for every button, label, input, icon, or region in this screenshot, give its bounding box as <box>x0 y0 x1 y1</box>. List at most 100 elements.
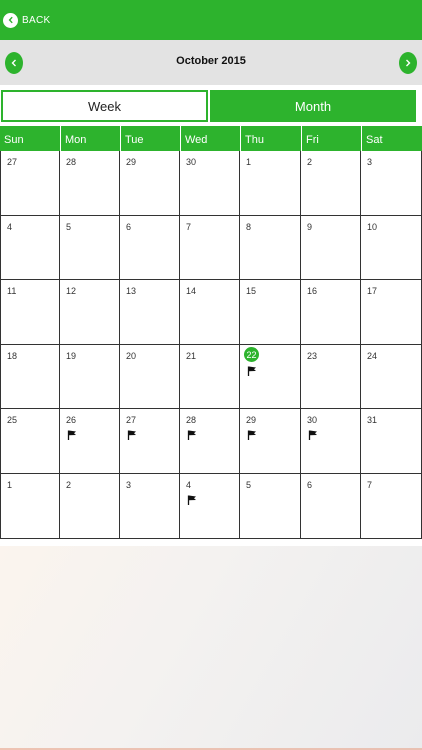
date-number: 12 <box>66 286 77 296</box>
calendar-day-cell[interactable]: 26 <box>60 409 120 474</box>
calendar-day-cell[interactable]: 9 <box>301 216 361 280</box>
calendar-day-cell[interactable]: 17 <box>361 280 422 345</box>
date-number: 21 <box>186 351 197 361</box>
week-view-button[interactable]: Week <box>1 90 208 122</box>
date-number: 30 <box>186 157 197 167</box>
date-number: 23 <box>307 351 318 361</box>
calendar-day-cell[interactable]: 22 <box>240 345 301 409</box>
date-number: 6 <box>307 480 313 490</box>
calendar-day-cell[interactable]: 16 <box>301 280 361 345</box>
calendar-day-cell[interactable]: 5 <box>240 474 301 539</box>
calendar-day-cell[interactable]: 12 <box>60 280 120 345</box>
top-bar: BACK <box>0 0 422 40</box>
calendar-day-cell[interactable]: 3 <box>361 151 422 216</box>
calendar-day-cell[interactable]: 4 <box>180 474 240 539</box>
calendar-day-cell[interactable]: 21 <box>180 345 240 409</box>
flag-icon <box>247 430 256 440</box>
calendar-day-cell[interactable]: 2 <box>301 151 361 216</box>
calendar-day-cell[interactable]: 25 <box>0 409 60 474</box>
calendar-day-cell[interactable]: 11 <box>0 280 60 345</box>
date-number: 13 <box>126 286 137 296</box>
date-number: 1 <box>7 480 13 490</box>
date-number: 8 <box>246 222 252 232</box>
date-number: 27 <box>7 157 18 167</box>
chevron-right-icon <box>406 59 411 67</box>
date-number: 3 <box>367 157 373 167</box>
date-number: 11 <box>7 286 17 296</box>
calendar-day-cell[interactable]: 6 <box>120 216 180 280</box>
calendar-grid: 27 28 29 30 1 2 3 4 5 6 7 8 9 10 11 12 13 14 15 16 17 18 19 20 2… <box>0 151 422 539</box>
calendar-day-cell[interactable]: 8 <box>240 216 301 280</box>
calendar-day-cell[interactable]: 5 <box>60 216 120 280</box>
today-date-number: 22 <box>244 347 259 362</box>
date-number: 15 <box>246 286 257 296</box>
calendar-day-cell[interactable]: 1 <box>0 474 60 539</box>
date-number: 29 <box>246 415 257 425</box>
date-number: 27 <box>126 415 137 425</box>
date-number: 17 <box>367 286 378 296</box>
calendar-day-cell[interactable]: 24 <box>361 345 422 409</box>
date-number: 16 <box>307 286 318 296</box>
calendar-day-cell[interactable]: 31 <box>361 409 422 474</box>
weekday-label-wed: Wed <box>180 126 240 151</box>
calendar-day-cell[interactable]: 7 <box>361 474 422 539</box>
date-number: 5 <box>66 222 72 232</box>
month-view-button[interactable]: Month <box>210 90 416 122</box>
calendar-day-cell[interactable]: 15 <box>240 280 301 345</box>
calendar-day-cell[interactable]: 29 <box>120 151 180 216</box>
calendar-day-cell[interactable]: 7 <box>180 216 240 280</box>
chevron-left-icon <box>3 12 18 28</box>
calendar-day-cell[interactable]: 3 <box>120 474 180 539</box>
date-number: 4 <box>7 222 13 232</box>
next-month-button[interactable] <box>399 52 417 74</box>
calendar-day-cell[interactable]: 27 <box>120 409 180 474</box>
calendar-day-cell[interactable]: 30 <box>180 151 240 216</box>
calendar-day-cell[interactable]: 19 <box>60 345 120 409</box>
month-title: October 2015 <box>176 55 246 67</box>
calendar-day-cell[interactable]: 23 <box>301 345 361 409</box>
calendar-day-cell[interactable]: 6 <box>301 474 361 539</box>
calendar-day-cell[interactable]: 1 <box>240 151 301 216</box>
date-number: 6 <box>126 222 132 232</box>
date-number: 10 <box>367 222 378 232</box>
calendar-day-cell[interactable]: 20 <box>120 345 180 409</box>
calendar-day-cell[interactable]: 10 <box>361 216 422 280</box>
date-number: 18 <box>7 351 18 361</box>
date-number: 28 <box>186 415 197 425</box>
flag-icon <box>187 430 196 440</box>
weekday-label-sun: Sun <box>4 134 24 146</box>
flag-icon <box>187 495 196 505</box>
calendar-day-cell[interactable]: 30 <box>301 409 361 474</box>
weekday-label-sat: Sat <box>361 126 422 151</box>
flag-icon <box>308 430 317 440</box>
flag-icon <box>67 430 76 440</box>
weekday-label-mon: Mon <box>60 126 120 151</box>
calendar-day-cell[interactable]: 4 <box>0 216 60 280</box>
date-number: 26 <box>66 415 77 425</box>
empty-event-area <box>0 546 422 750</box>
date-number: 19 <box>66 351 77 361</box>
calendar-day-cell[interactable]: 18 <box>0 345 60 409</box>
weekday-label-tue: Tue <box>120 126 180 151</box>
date-number: 30 <box>307 415 318 425</box>
weekday-header: Sun Mon Tue Wed Thu Fri Sat <box>0 126 422 151</box>
date-number: 24 <box>367 351 378 361</box>
calendar-day-cell[interactable]: 2 <box>60 474 120 539</box>
calendar-day-cell[interactable]: 14 <box>180 280 240 345</box>
weekday-label-fri: Fri <box>301 126 361 151</box>
back-label: BACK <box>22 14 51 26</box>
date-number: 4 <box>186 480 192 490</box>
date-number: 28 <box>66 157 77 167</box>
back-button[interactable]: BACK <box>3 9 50 31</box>
date-number: 20 <box>126 351 137 361</box>
weekday-label-thu: Thu <box>240 126 301 151</box>
calendar-day-cell[interactable]: 29 <box>240 409 301 474</box>
calendar-day-cell[interactable]: 28 <box>180 409 240 474</box>
calendar-day-cell[interactable]: 27 <box>0 151 60 216</box>
calendar-day-cell[interactable]: 28 <box>60 151 120 216</box>
month-bar: October 2015 <box>0 40 422 85</box>
calendar-day-cell[interactable]: 13 <box>120 280 180 345</box>
date-number: 25 <box>7 415 18 425</box>
flag-icon <box>247 366 256 376</box>
date-number: 31 <box>367 415 378 425</box>
